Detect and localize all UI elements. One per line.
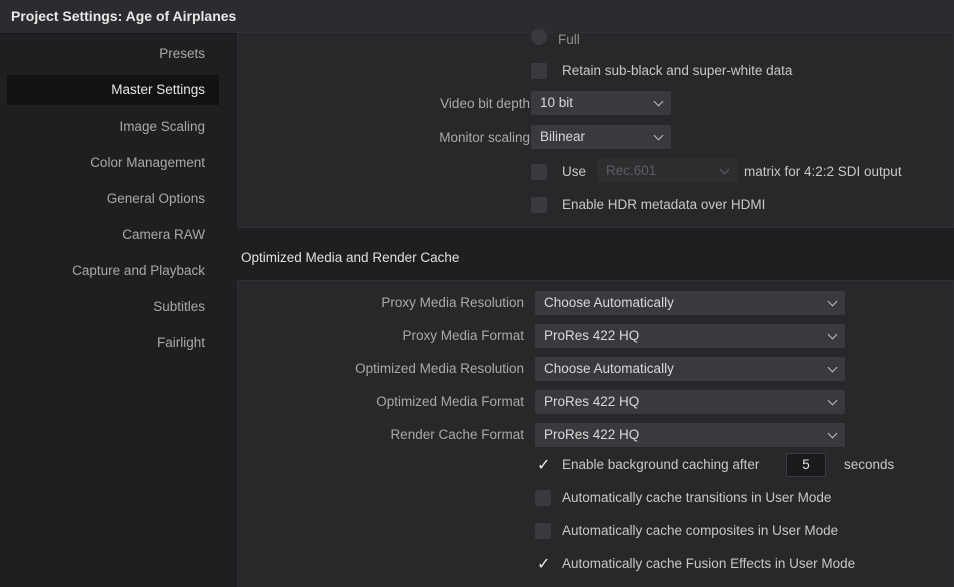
settings-content: Full Retain sub-black and super-white da… bbox=[227, 29, 954, 587]
use-matrix-label: Use bbox=[562, 164, 587, 179]
retain-subblack-label: Retain sub-black and super-white data bbox=[562, 63, 793, 78]
cache-composites-label: Automatically cache composites in User M… bbox=[562, 523, 839, 538]
sdi-matrix-select[interactable]: Rec.601 bbox=[597, 159, 737, 183]
title-bar: Project Settings: Age of Airplanes bbox=[0, 0, 954, 34]
sidebar-item-capture-and-playback[interactable]: Capture and Playback bbox=[72, 256, 205, 286]
proxy-resolution-select[interactable]: Choose Automatically bbox=[535, 291, 845, 315]
cache-fusion-checkbox[interactable]: ✓ bbox=[535, 556, 551, 573]
chevron-down-icon bbox=[653, 96, 664, 107]
chevron-down-icon bbox=[827, 395, 838, 406]
optimized-resolution-value: Choose Automatically bbox=[544, 361, 674, 376]
chevron-down-icon bbox=[719, 164, 730, 175]
cache-transitions-checkbox[interactable] bbox=[535, 490, 551, 506]
background-caching-label: Enable background caching after bbox=[562, 457, 760, 472]
sidebar-item-subtitles[interactable]: Subtitles bbox=[153, 292, 205, 322]
sdi-matrix-value: Rec.601 bbox=[606, 163, 657, 178]
full-radio-label: Full bbox=[558, 32, 580, 47]
sidebar-item-general-options[interactable]: General Options bbox=[107, 184, 205, 214]
full-radio[interactable] bbox=[531, 29, 547, 45]
proxy-format-select[interactable]: ProRes 422 HQ bbox=[535, 324, 845, 348]
optimized-media-section-title: Optimized Media and Render Cache bbox=[241, 250, 460, 265]
monitor-scaling-label: Monitor scaling bbox=[439, 130, 530, 145]
background-caching-checkbox[interactable]: ✓ bbox=[535, 457, 551, 474]
checkmark-icon: ✓ bbox=[537, 556, 551, 573]
chevron-down-icon bbox=[827, 428, 838, 439]
chevron-down-icon bbox=[827, 362, 838, 373]
use-matrix-checkbox[interactable] bbox=[531, 164, 547, 180]
cache-composites-checkbox[interactable] bbox=[535, 523, 551, 539]
optimized-media-panel: Proxy Media Resolution Choose Automatica… bbox=[237, 280, 954, 587]
sidebar-item-image-scaling[interactable]: Image Scaling bbox=[119, 112, 205, 142]
sidebar-item-fairlight[interactable]: Fairlight bbox=[157, 328, 205, 358]
monitor-scaling-select[interactable]: Bilinear bbox=[531, 125, 671, 149]
proxy-format-label: Proxy Media Format bbox=[402, 328, 524, 343]
sidebar-item-camera-raw[interactable]: Camera RAW bbox=[122, 220, 205, 250]
chevron-down-icon bbox=[827, 296, 838, 307]
render-cache-format-value: ProRes 422 HQ bbox=[544, 427, 640, 442]
background-caching-seconds-input[interactable]: 5 bbox=[786, 453, 826, 477]
retain-subblack-checkbox[interactable] bbox=[531, 63, 547, 79]
chevron-down-icon bbox=[827, 329, 838, 340]
optimized-resolution-select[interactable]: Choose Automatically bbox=[535, 357, 845, 381]
sdi-matrix-suffix: matrix for 4:2:2 SDI output bbox=[744, 164, 902, 179]
cache-fusion-label: Automatically cache Fusion Effects in Us… bbox=[562, 556, 856, 571]
optimized-format-value: ProRes 422 HQ bbox=[544, 394, 640, 409]
video-monitoring-panel: Full Retain sub-black and super-white da… bbox=[237, 29, 954, 228]
hdr-metadata-checkbox[interactable] bbox=[531, 197, 547, 213]
sidebar-item-master-settings[interactable]: Master Settings bbox=[7, 75, 219, 105]
sidebar-item-presets[interactable]: Presets bbox=[159, 39, 205, 69]
render-cache-format-select[interactable]: ProRes 422 HQ bbox=[535, 423, 845, 447]
hdr-metadata-label: Enable HDR metadata over HDMI bbox=[562, 197, 766, 212]
background-caching-unit: seconds bbox=[844, 457, 895, 472]
proxy-resolution-label: Proxy Media Resolution bbox=[381, 295, 524, 310]
sidebar-item-color-management[interactable]: Color Management bbox=[90, 148, 205, 178]
cache-transitions-label: Automatically cache transitions in User … bbox=[562, 490, 832, 505]
checkmark-icon: ✓ bbox=[537, 457, 551, 474]
proxy-resolution-value: Choose Automatically bbox=[544, 295, 674, 310]
optimized-format-select[interactable]: ProRes 422 HQ bbox=[535, 390, 845, 414]
sidebar: Presets Master Settings Image Scaling Co… bbox=[0, 34, 227, 587]
optimized-format-label: Optimized Media Format bbox=[376, 394, 524, 409]
render-cache-format-label: Render Cache Format bbox=[390, 427, 524, 442]
monitor-scaling-value: Bilinear bbox=[540, 129, 586, 144]
video-bit-depth-value: 10 bit bbox=[540, 95, 574, 110]
window-title: Project Settings: Age of Airplanes bbox=[11, 8, 237, 24]
video-bit-depth-select[interactable]: 10 bit bbox=[531, 91, 671, 115]
video-bit-depth-label: Video bit depth bbox=[440, 96, 530, 111]
optimized-resolution-label: Optimized Media Resolution bbox=[355, 361, 524, 376]
proxy-format-value: ProRes 422 HQ bbox=[544, 328, 640, 343]
chevron-down-icon bbox=[653, 130, 664, 141]
